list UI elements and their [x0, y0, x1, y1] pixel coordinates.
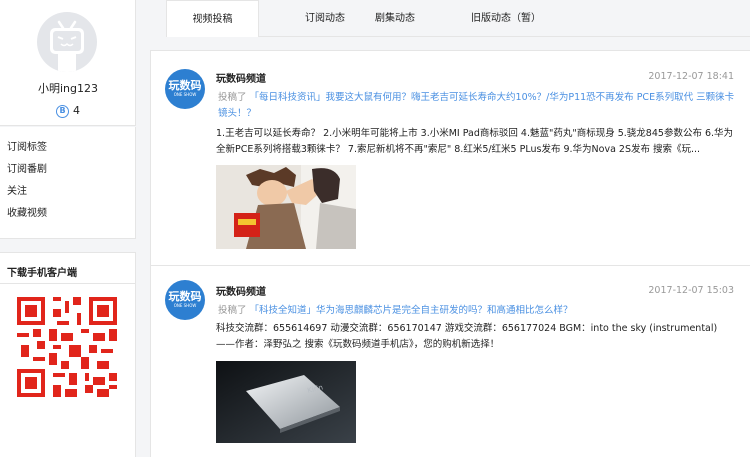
coin-icon: B: [56, 104, 69, 118]
post-tag: 投稿了: [218, 92, 247, 103]
channel-logo-text: 玩数码: [168, 290, 202, 303]
channel-name[interactable]: 玩数码频道: [216, 283, 266, 298]
video-thumbnail[interactable]: Kirin: [216, 361, 356, 443]
divider: [0, 283, 135, 284]
channel-logo-text: 玩数码: [168, 79, 202, 92]
tab-video-uploads[interactable]: 视频投稿: [166, 0, 259, 37]
username[interactable]: 小明ing123: [0, 80, 136, 96]
feed-card: 玩数码 ONE SHOW 玩数码频道 2017-12-07 15:03 投稿了 …: [151, 266, 750, 457]
qr-code-icon[interactable]: [17, 297, 117, 397]
channel-logo[interactable]: 玩数码 ONE SHOW: [165, 69, 205, 109]
tab-legacy-updates[interactable]: 旧版动态（暂）: [446, 0, 566, 37]
post-title-link[interactable]: 「每日科技资讯」我要这大鼠有何用？嗨王老吉可延长寿命大约10%？/华为P11恐不…: [218, 92, 734, 119]
post-title-line: 投稿了 「每日科技资讯」我要这大鼠有何用？嗨王老吉可延长寿命大约10%？/华为P…: [218, 90, 738, 122]
chip-thumbnail-image: Kirin: [216, 361, 356, 443]
feed-list: 玩数码 ONE SHOW 玩数码频道 2017-12-07 18:41 投稿了 …: [150, 50, 750, 457]
coin-value: 4: [73, 104, 80, 117]
post-tag: 投稿了: [218, 305, 247, 316]
post-title-link[interactable]: 「科技全知道」华为海思麒麟芯片是完全自主研发的吗？和高通相比怎么样？: [250, 305, 573, 316]
download-app-panel: 下载手机客户端: [0, 252, 136, 457]
feed-card: 玩数码 ONE SHOW 玩数码频道 2017-12-07 18:41 投稿了 …: [151, 51, 750, 266]
channel-name[interactable]: 玩数码频道: [216, 70, 266, 85]
post-date: 2017-12-07 15:03: [648, 285, 734, 296]
anime-thumbnail-image: [216, 165, 356, 249]
channel-logo[interactable]: 玩数码 ONE SHOW: [165, 280, 205, 320]
profile-card: 小明ing123 B4: [0, 0, 136, 126]
sidebar-item-favorites[interactable]: 收藏视频: [0, 203, 135, 225]
tab-series-updates[interactable]: 剧集动态: [348, 0, 442, 37]
post-description: 1.王老吉可以延长寿命？ 2.小米明年可能将上市 3.小米MI Pad商标驳回 …: [216, 128, 734, 155]
bilibili-tv-icon: [50, 20, 84, 72]
post-date: 2017-12-07 18:41: [648, 71, 734, 82]
sidebar-item-subscribed-tags[interactable]: 订阅标签: [0, 137, 135, 159]
post-description: 科技交流群：655614697 动漫交流群：656170147 游戏交流群：65…: [216, 323, 718, 350]
coin-count: B4: [0, 104, 136, 118]
post-title-line: 投稿了 「科技全知道」华为海思麒麟芯片是完全自主研发的吗？和高通相比怎么样？: [218, 303, 738, 319]
channel-logo-subtext: ONE SHOW: [173, 92, 197, 97]
download-title: 下载手机客户端: [7, 268, 77, 279]
video-thumbnail[interactable]: [216, 165, 356, 249]
sidebar-item-following[interactable]: 关注: [0, 181, 135, 203]
feed-tabs: 视频投稿 订阅动态 剧集动态 旧版动态（暂）: [148, 0, 750, 37]
divider: [259, 36, 750, 37]
avatar[interactable]: [37, 12, 97, 72]
sidebar-menu: 订阅标签 订阅番剧 关注 收藏视频: [0, 127, 136, 239]
channel-logo-subtext: ONE SHOW: [173, 303, 197, 308]
sidebar-item-subscribed-anime[interactable]: 订阅番剧: [0, 159, 135, 181]
